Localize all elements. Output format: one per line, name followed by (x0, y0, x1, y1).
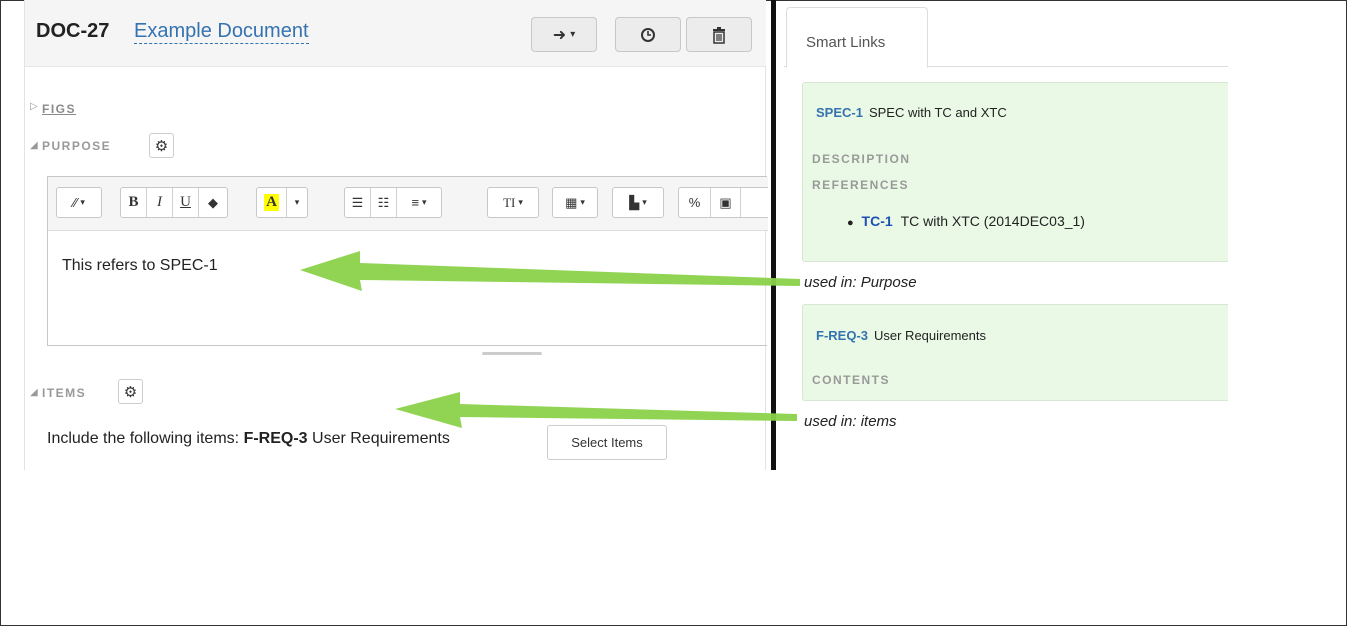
card-title: User Requirements (874, 328, 986, 343)
purpose-label: PURPOSE (42, 139, 112, 153)
purpose-settings-button[interactable]: ⚙ (149, 133, 174, 158)
chevron-down-icon: ▾ (580, 197, 585, 207)
items-item-id[interactable]: F-REQ-3 (244, 430, 308, 447)
toolbar-group-insert: % ▣ (678, 187, 768, 218)
smart-link-card-f-req-3: F-REQ-3 User Requirements CONTENTS (802, 304, 1228, 401)
numbered-list-button[interactable]: ☷ (371, 188, 397, 217)
card-section-references: REFERENCES (812, 178, 910, 192)
font-size-dropdown-button[interactable]: TI ▾ (488, 188, 538, 217)
arrow-right-icon: ➜ (552, 26, 567, 44)
clock-icon (641, 27, 655, 42)
tab-smart-links[interactable]: Smart Links (786, 7, 928, 68)
toolbar-group-table: ▦ ▾ (552, 187, 598, 218)
panel-divider (771, 0, 776, 470)
font-size-icon: TI (503, 194, 516, 210)
select-items-button[interactable]: Select Items (547, 425, 667, 460)
toolbar-group-highlight: A ▾ (256, 187, 308, 218)
chevron-down-icon: ▾ (570, 29, 576, 40)
editor-resize-handle[interactable] (482, 352, 542, 355)
card-id[interactable]: SPEC-1 (816, 105, 863, 120)
eraser-icon: ◆ (208, 194, 218, 210)
figs-expand-icon[interactable]: ▷ (30, 101, 38, 112)
items-text-prefix: Include the following items: (47, 430, 240, 447)
reference-id[interactable]: TC-1 (862, 213, 893, 229)
purpose-collapse-icon[interactable]: ◢ (30, 140, 38, 151)
gear-icon: ⚙ (154, 137, 169, 155)
document-title[interactable]: Example Document (134, 20, 309, 44)
highlight-dropdown-button[interactable]: ▾ (287, 188, 307, 217)
section-figs[interactable]: FIGS (42, 102, 76, 116)
underline-button[interactable]: U (173, 188, 199, 217)
highlight-color-icon: A (264, 194, 279, 211)
paste-dropdown-button[interactable]: ▙ ▾ (613, 188, 663, 217)
chevron-down-icon: ▾ (294, 197, 300, 207)
clipboard-icon: ▙ (629, 194, 640, 210)
card-section-description: DESCRIPTION (812, 152, 911, 166)
more-button[interactable] (741, 188, 767, 217)
image-button[interactable]: ▣ (711, 188, 741, 217)
align-icon: ≡ (411, 195, 420, 210)
document-panel: DOC-27 Example Document ➜ ▾ ▷ FIGS ◢ PUR… (24, 0, 768, 470)
document-id: DOC-27 (36, 20, 110, 42)
toolbar-group-style: ⁄⁄ ▾ (56, 187, 102, 218)
trash-icon (713, 26, 725, 44)
chevron-down-icon: ▾ (642, 197, 647, 207)
toolbar-group-paste: ▙ ▾ (612, 187, 664, 218)
style-dropdown-button[interactable]: ⁄⁄ ▾ (57, 188, 101, 217)
align-dropdown-button[interactable]: ≡ ▾ (397, 188, 441, 217)
table-dropdown-button[interactable]: ▦ ▾ (553, 188, 597, 217)
toolbar-group-font-size: TI ▾ (487, 187, 539, 218)
chevron-down-icon: ▾ (80, 197, 85, 207)
bullet-list-button[interactable]: ☰ (345, 188, 371, 217)
share-button[interactable]: ➜ ▾ (531, 17, 597, 52)
toolbar-group-lists: ☰ ☷ ≡ ▾ (344, 187, 442, 218)
italic-button[interactable]: I (147, 188, 173, 217)
link-icon: % (688, 195, 701, 210)
magic-wand-icon: ⁄⁄ (73, 195, 78, 210)
delete-button[interactable] (686, 17, 752, 52)
items-collapse-icon[interactable]: ◢ (30, 387, 38, 398)
purpose-editor[interactable]: ⁄⁄ ▾ B I U ◆ A ▾ ☰ ☷ ≡ ▾ TI ▾ ▦ ▾ ▙ ▾ % … (47, 176, 768, 346)
clear-format-button[interactable]: ◆ (199, 188, 227, 217)
purpose-text[interactable]: This refers to SPEC-1 (62, 257, 218, 275)
items-item-title: User Requirements (312, 430, 450, 447)
figs-label[interactable]: FIGS (42, 102, 76, 116)
highlight-button[interactable]: A (257, 188, 287, 217)
table-icon: ▦ (565, 194, 578, 210)
reference-item: ● TC-1 TC with XTC (2014DEC03_1) (847, 213, 1085, 229)
used-in-purpose: used in: Purpose (804, 274, 917, 291)
link-button[interactable]: % (679, 188, 711, 217)
smart-link-card-spec-1: SPEC-1 SPEC with TC and XTC DESCRIPTION R… (802, 82, 1228, 262)
bullet-icon: ● (847, 217, 854, 229)
chevron-down-icon: ▾ (518, 197, 523, 207)
document-header: DOC-27 Example Document ➜ ▾ (25, 0, 766, 67)
card-id[interactable]: F-REQ-3 (816, 328, 868, 343)
card-section-contents: CONTENTS (812, 373, 890, 387)
items-description: Include the following items: F-REQ-3 Use… (47, 430, 450, 448)
card-title: SPEC with TC and XTC (868, 105, 1007, 120)
reference-title: TC with XTC (2014DEC03_1) (900, 213, 1085, 229)
card-header: SPEC-1 SPEC with TC and XTC (816, 104, 1007, 122)
used-in-items: used in: items (804, 413, 897, 430)
editor-toolbar: ⁄⁄ ▾ B I U ◆ A ▾ ☰ ☷ ≡ ▾ TI ▾ ▦ ▾ ▙ ▾ % … (48, 177, 768, 231)
items-label: ITEMS (42, 386, 87, 400)
bold-button[interactable]: B (121, 188, 147, 217)
items-settings-button[interactable]: ⚙ (118, 379, 143, 404)
gear-icon: ⚙ (123, 383, 138, 401)
toolbar-group-format: B I U ◆ (120, 187, 228, 218)
chevron-down-icon: ▾ (422, 197, 427, 207)
history-button[interactable] (615, 17, 681, 52)
bullet-list-icon: ☰ (351, 194, 364, 210)
numbered-list-icon: ☷ (377, 194, 390, 210)
image-icon: ▣ (719, 194, 732, 210)
card-header: F-REQ-3 User Requirements (816, 327, 986, 345)
